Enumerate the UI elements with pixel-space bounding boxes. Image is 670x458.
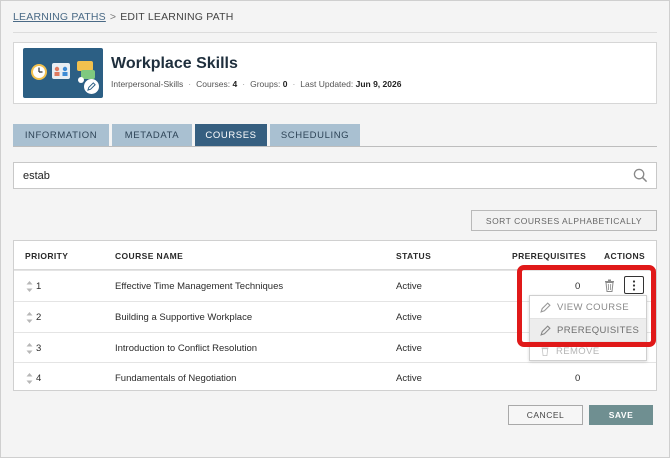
column-header-status: STATUS xyxy=(396,251,432,261)
priority-value: 1 xyxy=(36,281,42,292)
tab-scheduling[interactable]: SCHEDULING xyxy=(270,124,360,146)
pencil-icon xyxy=(540,301,551,313)
groups-count: 0 xyxy=(282,79,288,89)
column-header-course-name: COURSE NAME xyxy=(115,251,184,261)
prerequisites-menu-item[interactable]: PREREQUISITES xyxy=(530,319,646,341)
table-row[interactable]: 4 Fundamentals of Negotiation Active 0 xyxy=(14,362,656,393)
vertical-dots-icon xyxy=(632,279,636,291)
view-course-menu-item[interactable]: VIEW COURSE xyxy=(530,296,646,318)
prerequisites-count: 0 xyxy=(575,373,581,384)
search-value: estab xyxy=(23,169,50,182)
course-status: Active xyxy=(396,312,422,323)
prerequisites-count: 0 xyxy=(575,281,581,292)
course-search-input[interactable]: estab xyxy=(13,162,657,189)
drag-handle-icon[interactable] xyxy=(26,373,33,384)
prerequisites-label: PREREQUISITES xyxy=(557,324,640,336)
priority-value: 4 xyxy=(36,373,42,384)
updated-label: Last Updated: xyxy=(300,79,354,89)
column-header-priority: PRIORITY xyxy=(25,251,69,261)
updated-date: Jun 9, 2026 xyxy=(355,79,402,89)
courses-label: Courses: xyxy=(196,79,231,89)
breadcrumb-current: EDIT LEARNING PATH xyxy=(120,11,234,23)
priority-cell: 4 xyxy=(26,373,41,384)
course-status: Active xyxy=(396,373,422,384)
trash-icon[interactable] xyxy=(604,279,615,292)
learning-path-thumbnail xyxy=(23,48,103,98)
actions-dropdown-menu: VIEW COURSE PREREQUISITES REMOVE xyxy=(529,295,647,361)
remove-menu-item[interactable]: REMOVE xyxy=(530,342,646,360)
tab-underline xyxy=(13,146,657,147)
view-course-label: VIEW COURSE xyxy=(557,301,629,313)
sort-courses-alphabetically-button[interactable]: SORT COURSES ALPHABETICALLY xyxy=(471,210,657,231)
remove-label: REMOVE xyxy=(556,345,600,357)
pencil-icon xyxy=(540,324,551,336)
breadcrumb-learning-paths-link[interactable]: LEARNING PATHS xyxy=(13,11,106,23)
course-name: Building a Supportive Workplace xyxy=(115,312,253,323)
learning-path-header: Workplace Skills Interpersonal-Skills · Co… xyxy=(13,42,657,104)
courses-count: 4 xyxy=(232,79,238,89)
priority-cell: 2 xyxy=(26,312,41,323)
tab-information[interactable]: INFORMATION xyxy=(13,124,109,146)
people-icon xyxy=(52,63,70,79)
cancel-button[interactable]: CANCEL xyxy=(508,405,583,425)
course-status: Active xyxy=(396,343,422,354)
column-header-prerequisites: PREREQUISITES xyxy=(512,251,587,261)
edit-thumbnail-button[interactable] xyxy=(84,79,99,94)
course-name: Fundamentals of Negotiation xyxy=(115,373,237,384)
drag-handle-icon[interactable] xyxy=(26,343,33,354)
learning-path-title: Workplace Skills xyxy=(111,55,238,72)
breadcrumb-separator: > xyxy=(109,11,117,23)
search-icon[interactable] xyxy=(633,168,648,183)
category-label: Interpersonal-Skills xyxy=(111,79,184,89)
priority-cell: 1 xyxy=(26,281,41,292)
trash-icon xyxy=(541,347,549,356)
header-divider xyxy=(13,32,657,33)
tab-bar: INFORMATION METADATA COURSES SCHEDULING xyxy=(13,124,360,146)
learning-path-meta: Interpersonal-Skills · Courses: 4 · Groups: … xyxy=(111,79,402,89)
drag-handle-icon[interactable] xyxy=(26,312,33,323)
more-actions-button[interactable] xyxy=(624,276,644,294)
priority-cell: 3 xyxy=(26,343,41,354)
priority-value: 2 xyxy=(36,312,42,323)
course-status: Active xyxy=(396,281,422,292)
course-name: Introduction to Conflict Resolution xyxy=(115,343,258,354)
clock-icon xyxy=(31,64,47,80)
breadcrumb: LEARNING PATHS > EDIT LEARNING PATH xyxy=(13,11,234,23)
groups-label: Groups: xyxy=(250,79,281,89)
course-name: Effective Time Management Techniques xyxy=(115,281,284,292)
tab-metadata[interactable]: METADATA xyxy=(112,124,192,146)
save-button[interactable]: SAVE xyxy=(589,405,653,425)
pencil-icon xyxy=(87,82,96,91)
drag-handle-icon[interactable] xyxy=(26,281,33,292)
tab-courses[interactable]: COURSES xyxy=(195,124,267,146)
priority-value: 3 xyxy=(36,343,42,354)
column-header-actions: ACTIONS xyxy=(604,251,646,261)
